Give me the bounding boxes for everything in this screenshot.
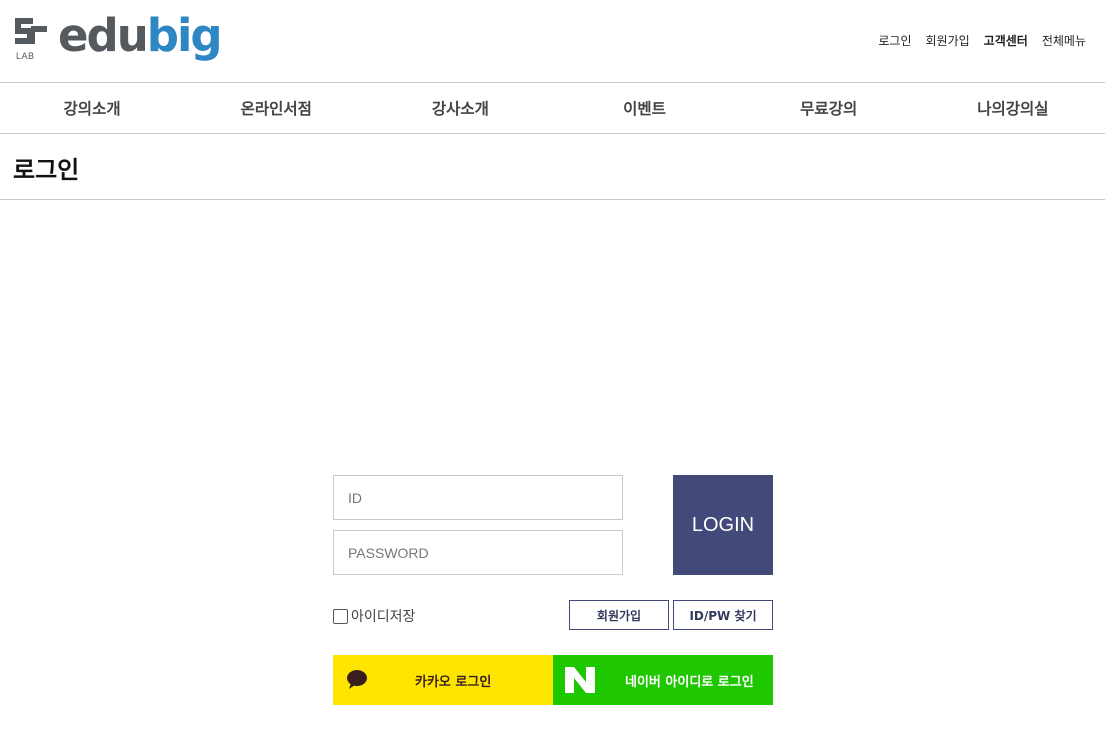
remember-id-label: 아이디저장 [351, 609, 416, 625]
naver-login-button[interactable]: 네이버 아이디로 로그인 [553, 655, 773, 705]
site-header: LAB edubig 로그인 회원가입 고객센터 전체메뉴 [0, 0, 1105, 83]
util-support-link[interactable]: 고객센터 [984, 32, 1028, 49]
id-input[interactable] [334, 476, 622, 519]
password-input[interactable] [334, 531, 622, 574]
util-all-menu-link[interactable]: 전체메뉴 [1042, 32, 1086, 49]
nav-item-instructors[interactable]: 강사소개 [368, 84, 552, 133]
logo-word-edu: edu [58, 9, 149, 62]
nav-item-free-courses[interactable]: 무료강의 [737, 84, 921, 133]
page-title-bar: 로그인 [0, 134, 1105, 200]
utility-menu: 로그인 회원가입 고객센터 전체메뉴 [878, 32, 1086, 49]
kakao-login-button[interactable]: 카카오 로그인 [333, 655, 553, 705]
logo-word-big: big [146, 9, 223, 62]
kakao-login-label: 카카오 로그인 [415, 675, 492, 690]
edubig-logo[interactable]: LAB edubig [13, 13, 223, 62]
kakao-talk-icon [345, 667, 369, 695]
logo-wordmark: edubig [58, 13, 223, 58]
login-button[interactable]: LOGIN [673, 475, 773, 575]
password-field [333, 530, 623, 575]
page-title: 로그인 [13, 156, 80, 184]
main-nav: 강의소개 온라인서점 강사소개 이벤트 무료강의 나의강의실 [0, 84, 1105, 134]
naver-n-icon [565, 667, 595, 697]
nav-item-bookstore[interactable]: 온라인서점 [184, 84, 368, 133]
nav-item-courses[interactable]: 강의소개 [0, 84, 184, 133]
util-join-link[interactable]: 회원가입 [925, 32, 969, 49]
nav-item-my-classroom[interactable]: 나의강의실 [921, 84, 1105, 133]
nav-item-events[interactable]: 이벤트 [552, 84, 736, 133]
id-field [333, 475, 623, 520]
util-login-link[interactable]: 로그인 [878, 32, 911, 49]
find-id-pw-button[interactable]: ID/PW 찾기 [673, 600, 773, 630]
join-button[interactable]: 회원가입 [569, 600, 669, 630]
logo-mark-icon: LAB [13, 14, 49, 61]
naver-login-label: 네이버 아이디로 로그인 [625, 675, 754, 690]
logo-lab-text: LAB [16, 51, 35, 61]
remember-id-checkbox[interactable] [333, 608, 348, 624]
remember-id[interactable]: 아이디저장 [333, 606, 415, 626]
